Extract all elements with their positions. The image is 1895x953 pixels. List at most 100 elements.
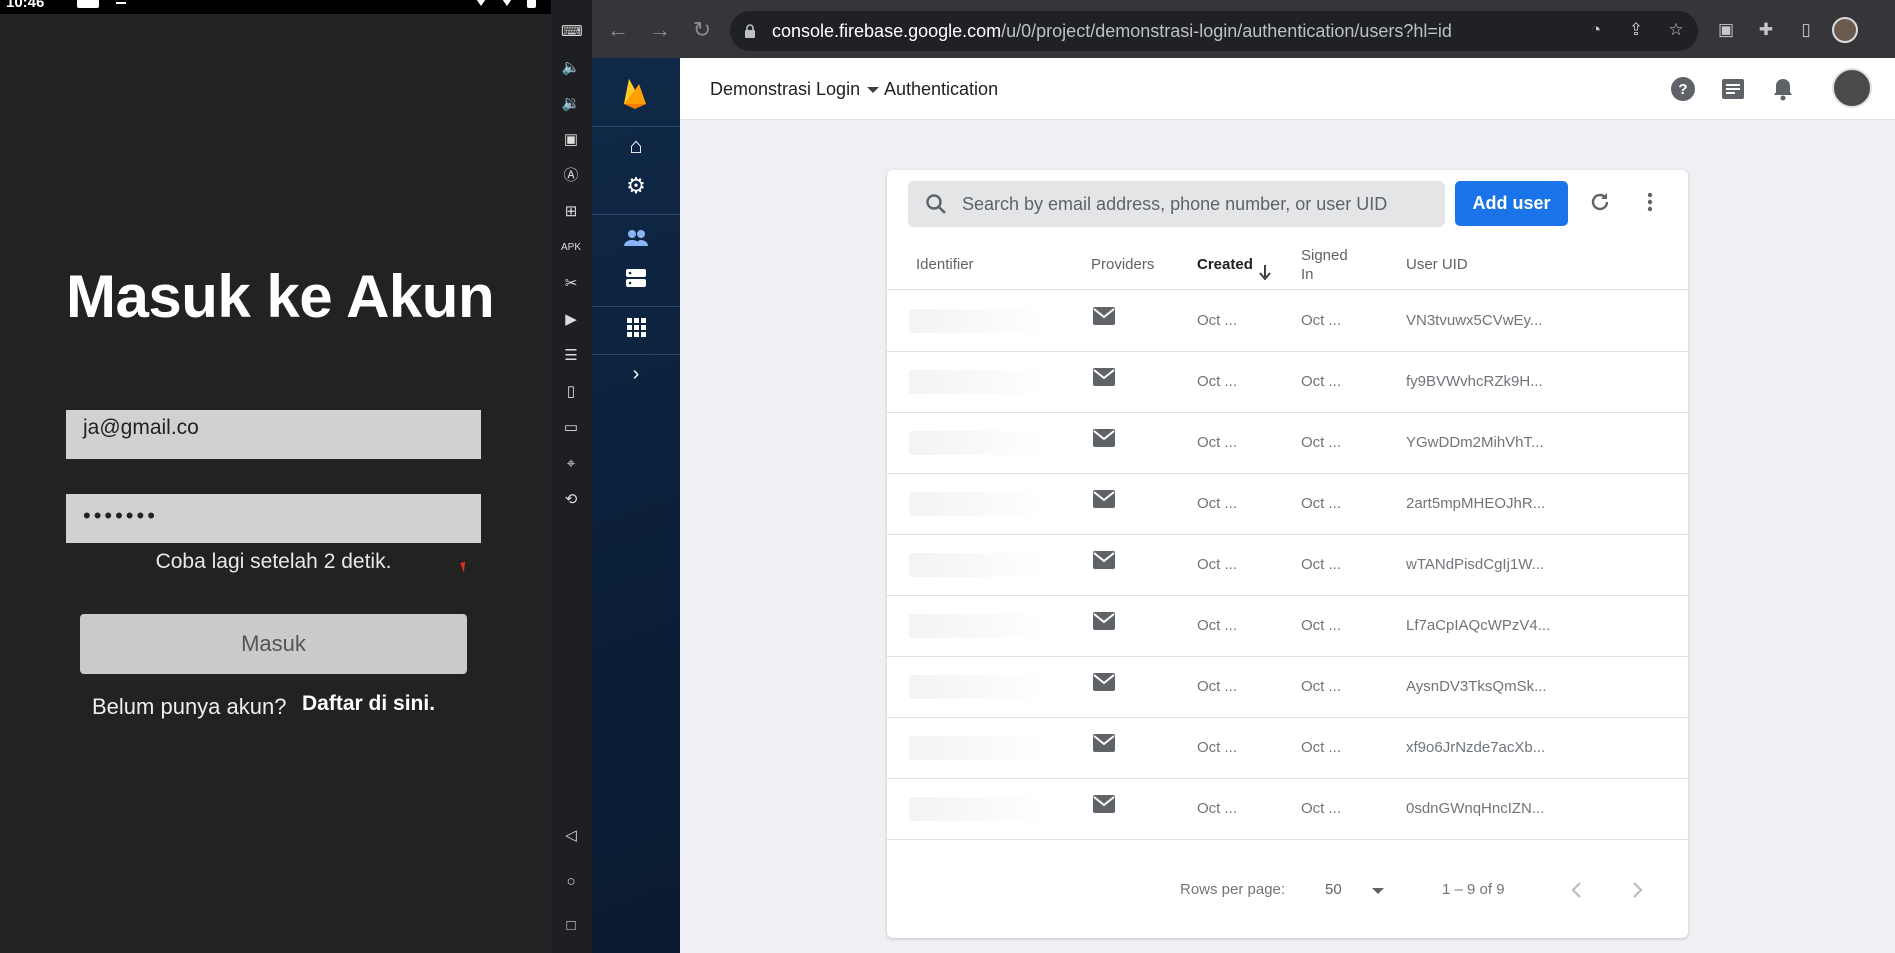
share-icon[interactable]: ⇪ (1626, 20, 1646, 40)
battery-icon (527, 0, 536, 8)
keyboard-icon[interactable]: ⌨ (561, 22, 583, 42)
rows-per-page-caret-icon[interactable] (1372, 888, 1384, 894)
register-link[interactable]: Daftar di sini. (302, 692, 435, 716)
project-selector[interactable]: Demonstrasi Login (710, 79, 860, 100)
reload-icon[interactable]: ↻ (690, 18, 714, 42)
project-dropdown-caret-icon[interactable] (867, 87, 879, 93)
email-field[interactable]: ja@gmail.co (66, 410, 481, 459)
settings-icon[interactable]: ⚙ (622, 172, 650, 200)
vibrate-icon[interactable]: ▯ (561, 382, 581, 402)
user-uid-cell: AysnDV3TksQmSk... (1406, 678, 1547, 695)
sidebar-divider (592, 126, 680, 127)
password-field[interactable]: ••••••• (66, 494, 481, 543)
column-providers[interactable]: Providers (1091, 256, 1154, 273)
sidebar-divider (592, 354, 680, 355)
signed-in-cell: Oct ... (1301, 800, 1342, 817)
table-row[interactable]: Oct ... Oct ... VN3tvuwx5CVwEy... (887, 291, 1688, 352)
table-row[interactable]: Oct ... Oct ... wTANdPisdCgIj1W... (887, 535, 1688, 596)
forward-arrow-icon[interactable]: → (648, 18, 672, 42)
expand-chevron-icon[interactable]: › (622, 360, 650, 388)
home-icon[interactable]: ⌂ (622, 132, 650, 160)
created-cell: Oct ... (1197, 434, 1238, 451)
side-panel-icon[interactable]: ▯ (1796, 20, 1816, 40)
url-bar[interactable]: console.firebase.google.com/u/0/project/… (730, 11, 1698, 51)
table-row[interactable]: Oct ... Oct ... 0sdnGWnqHncIZN... (887, 779, 1688, 840)
created-cell: Oct ... (1197, 678, 1238, 695)
mail-icon (1093, 490, 1115, 508)
table-row[interactable]: Oct ... Oct ... YGwDDm2MihVhT... (887, 413, 1688, 474)
login-button[interactable]: Masuk (80, 614, 467, 674)
mail-icon (1093, 673, 1115, 691)
overview-icon[interactable]: □ (561, 916, 581, 936)
release-notes-icon[interactable] (1720, 76, 1746, 102)
table-row[interactable]: Oct ... Oct ... AysnDV3TksQmSk... (887, 657, 1688, 718)
screenshot-icon[interactable]: ▣ (561, 130, 581, 150)
volume-down-icon[interactable]: 🔉 (561, 94, 581, 114)
refresh-icon[interactable] (1587, 189, 1613, 215)
account-avatar[interactable] (1832, 68, 1872, 108)
cut-icon[interactable]: ✂ (561, 274, 581, 294)
extension-icon[interactable]: ▣ (1716, 20, 1736, 40)
next-page-icon[interactable] (1627, 878, 1647, 902)
sort-down-arrow-icon[interactable] (1258, 264, 1272, 280)
puzzle-icon[interactable]: ✚ (1756, 20, 1776, 40)
firebase-logo-icon[interactable] (620, 76, 650, 110)
rows-per-page-select[interactable]: 50 (1325, 881, 1342, 898)
table-row[interactable]: Oct ... Oct ... 2art5mpMHEOJhR... (887, 474, 1688, 535)
rotate-icon[interactable]: ⟲ (561, 490, 581, 510)
auto-rotate-icon[interactable]: Ⓐ (561, 166, 581, 186)
mail-icon (1093, 307, 1115, 325)
signal-icon (500, 0, 514, 6)
media-icon[interactable]: ▶ (561, 310, 581, 330)
help-icon[interactable]: ? (1670, 76, 1696, 102)
mail-icon (1093, 368, 1115, 386)
volume-up-icon[interactable]: 🔈 (561, 58, 581, 78)
signed-in-cell: Oct ... (1301, 617, 1342, 634)
user-uid-cell: VN3tvuwx5CVwEy... (1406, 312, 1543, 329)
user-uid-cell: fy9BVWvhcRZk9H... (1406, 373, 1543, 390)
add-icon[interactable]: ⊞ (561, 202, 581, 222)
bookmark-star-icon[interactable]: ☆ (1666, 20, 1686, 40)
column-created[interactable]: Created (1197, 256, 1253, 273)
search-input[interactable] (962, 181, 1432, 227)
add-user-button[interactable]: Add user (1455, 181, 1568, 226)
pagination: Rows per page: 50 1 – 9 of 9 (887, 870, 1688, 910)
identifier-cell (909, 370, 1049, 394)
list-icon[interactable]: ☰ (561, 346, 581, 366)
identifier-cell (909, 797, 1049, 821)
column-signed-in[interactable]: Signed In (1301, 246, 1361, 284)
status-time: 10:46 (6, 0, 45, 11)
previous-page-icon[interactable] (1567, 878, 1587, 902)
created-cell: Oct ... (1197, 739, 1238, 756)
location-icon[interactable]: ⌖ (561, 454, 581, 474)
users-table-card: Add user Identifier Providers Created Si… (887, 170, 1688, 938)
folder-icon[interactable]: ▭ (561, 418, 581, 438)
table-row[interactable]: Oct ... Oct ... xf9o6JrNzde7acXb... (887, 718, 1688, 779)
identifier-cell (909, 614, 1049, 638)
identifier-cell (909, 675, 1049, 699)
search-box[interactable] (908, 181, 1445, 227)
user-uid-cell: wTANdPisdCgIj1W... (1406, 556, 1545, 573)
back-arrow-icon[interactable]: ← (606, 18, 630, 42)
profile-avatar[interactable] (1832, 17, 1858, 43)
database-icon[interactable] (622, 264, 650, 292)
identifier-cell (909, 431, 1049, 455)
lock-icon (745, 24, 755, 38)
table-row[interactable]: Oct ... Oct ... Lf7aCpIAQcWPzV4... (887, 596, 1688, 657)
users-icon[interactable] (622, 224, 650, 252)
mail-icon (1093, 795, 1115, 813)
more-vert-icon[interactable] (1637, 189, 1663, 215)
identifier-cell (909, 736, 1049, 760)
table-row[interactable]: Oct ... Oct ... fy9BVWvhcRZk9H... (887, 352, 1688, 413)
firebase-sidebar: ⌂ ⚙ › (592, 58, 680, 953)
all-products-grid-icon[interactable] (622, 313, 650, 341)
browser-window: ← → ↻ console.firebase.google.com/u/0/pr… (592, 0, 1895, 953)
column-identifier[interactable]: Identifier (916, 256, 974, 273)
notifications-bell-icon[interactable] (1770, 76, 1796, 102)
performance-icon[interactable]: ◔ (1586, 20, 1606, 40)
home-icon[interactable]: ○ (561, 872, 581, 892)
apk-icon[interactable]: APK (561, 238, 581, 258)
back-icon[interactable]: ◁ (561, 826, 581, 846)
svg-text:?: ? (1678, 81, 1687, 98)
column-user-uid[interactable]: User UID (1406, 256, 1468, 273)
